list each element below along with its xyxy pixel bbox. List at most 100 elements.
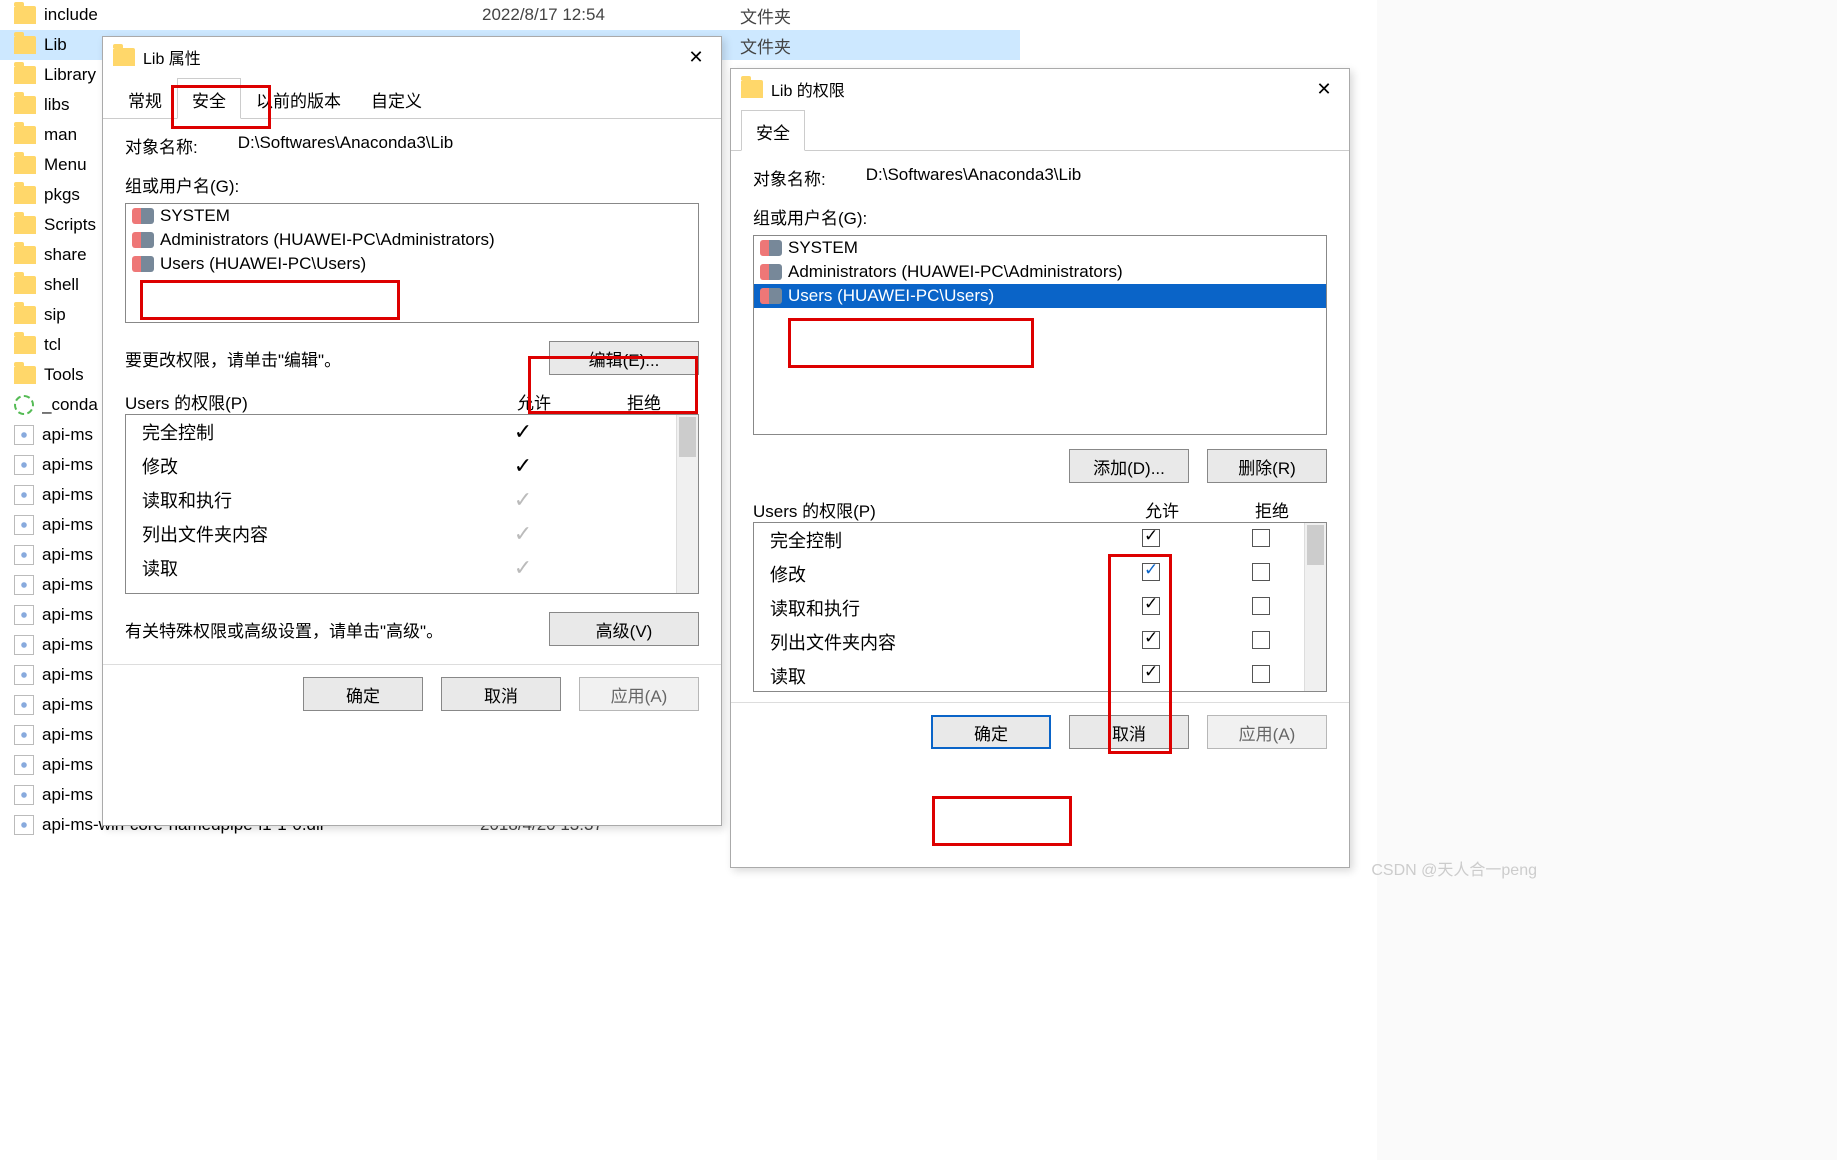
allow-checkbox[interactable]: [1142, 665, 1160, 683]
group-item[interactable]: SYSTEM: [126, 204, 698, 228]
perm-allow: ✓: [468, 555, 578, 581]
group-icon: [760, 240, 782, 256]
dialog-body: 对象名称: D:\Softwares\Anaconda3\Lib 组或用户名(G…: [731, 151, 1349, 702]
tab-security[interactable]: 安全: [741, 110, 805, 151]
perm-row: 读取和执行✓: [126, 483, 698, 517]
deny-checkbox[interactable]: [1252, 665, 1270, 683]
perm-row: 完全控制: [754, 523, 1326, 557]
add-button[interactable]: 添加(D)...: [1069, 449, 1189, 483]
perm-label: Users 的权限(P): [125, 389, 479, 414]
ok-button[interactable]: 确定: [303, 677, 423, 711]
perm-name: 修改: [142, 453, 468, 479]
deny-checkbox[interactable]: [1252, 563, 1270, 581]
group-name: Users (HUAWEI-PC\Users): [160, 254, 366, 274]
file-name: include: [44, 5, 474, 25]
file-icon: [14, 635, 34, 655]
perm-row: 读取: [754, 659, 1326, 692]
perm-deny-header: 拒绝: [1217, 497, 1327, 522]
apply-button[interactable]: 应用(A): [579, 677, 699, 711]
group-icon: [132, 256, 154, 272]
scrollbar[interactable]: [676, 415, 698, 593]
perm-name: 读取: [142, 555, 468, 581]
folder-icon: [14, 126, 36, 144]
tabs: 安全: [731, 109, 1349, 151]
allow-checkbox[interactable]: [1142, 631, 1160, 649]
groups-list[interactable]: SYSTEMAdministrators (HUAWEI-PC\Administ…: [125, 203, 699, 323]
ok-button[interactable]: 确定: [931, 715, 1051, 749]
file-icon: [14, 485, 34, 505]
group-name: Users (HUAWEI-PC\Users): [788, 286, 994, 306]
perm-deny-cell: [1206, 665, 1316, 688]
file-icon: [14, 815, 34, 835]
properties-dialog: Lib 属性 ✕ 常规安全以前的版本自定义 对象名称: D:\Softwares…: [102, 36, 722, 826]
perm-name: 完全控制: [142, 419, 468, 445]
group-icon: [760, 264, 782, 280]
perm-deny-cell: [1206, 631, 1316, 654]
perm-row: 修改: [754, 557, 1326, 591]
deny-checkbox[interactable]: [1252, 597, 1270, 615]
file-icon: [14, 605, 34, 625]
folder-icon: [14, 366, 36, 384]
tab-0[interactable]: 常规: [113, 78, 177, 119]
file-type: 文件夹: [740, 33, 960, 58]
object-name-value: D:\Softwares\Anaconda3\Lib: [238, 133, 453, 158]
edit-hint: 要更改权限，请单击"编辑"。: [125, 346, 549, 371]
dialog-title: Lib 属性: [143, 45, 201, 69]
allow-checkbox[interactable]: [1142, 563, 1160, 581]
folder-icon: [14, 216, 36, 234]
deny-checkbox[interactable]: [1252, 631, 1270, 649]
tab-1[interactable]: 安全: [177, 78, 241, 119]
group-item[interactable]: SYSTEM: [754, 236, 1326, 260]
dialog-buttons: 确定 取消 应用(A): [103, 664, 721, 723]
groups-list[interactable]: SYSTEM Administrators (HUAWEI-PC\Administ…: [753, 235, 1327, 435]
folder-icon: [14, 156, 36, 174]
file-icon: [14, 455, 34, 475]
dialog-titlebar: Lib 的权限 ✕: [731, 69, 1349, 109]
watermark: CSDN @天人合一peng: [1371, 856, 1537, 880]
file-icon: [14, 425, 34, 445]
perm-deny-cell: [1206, 597, 1316, 620]
folder-icon: [14, 336, 36, 354]
group-item[interactable]: Administrators (HUAWEI-PC\Administrators…: [754, 260, 1326, 284]
deny-checkbox[interactable]: [1252, 529, 1270, 547]
folder-icon: [741, 80, 763, 98]
group-name: SYSTEM: [788, 238, 858, 258]
remove-button[interactable]: 删除(R): [1207, 449, 1327, 483]
allow-checkbox[interactable]: [1142, 597, 1160, 615]
perm-allow-cell: [1096, 563, 1206, 586]
perm-allow-header: 允许: [1107, 497, 1217, 522]
close-icon[interactable]: ✕: [1299, 69, 1349, 109]
perm-name: 读取: [770, 663, 1096, 689]
perm-deny-header: 拒绝: [589, 389, 699, 414]
scrollbar[interactable]: [1304, 523, 1326, 691]
tab-3[interactable]: 自定义: [356, 78, 437, 119]
object-name-value: D:\Softwares\Anaconda3\Lib: [866, 165, 1081, 190]
cancel-button[interactable]: 取消: [1069, 715, 1189, 749]
allow-checkbox[interactable]: [1142, 529, 1160, 547]
perm-row: 完全控制✓: [126, 415, 698, 449]
group-icon: [132, 232, 154, 248]
advanced-hint: 有关特殊权限或高级设置，请单击"高级"。: [125, 617, 549, 642]
cancel-button[interactable]: 取消: [441, 677, 561, 711]
permissions-list: 完全控制✓修改✓读取和执行✓列出文件夹内容✓读取✓: [125, 414, 699, 594]
group-item[interactable]: Users (HUAWEI-PC\Users): [126, 252, 698, 276]
apply-button[interactable]: 应用(A): [1207, 715, 1327, 749]
perm-allow-cell: [1096, 631, 1206, 654]
file-icon: [14, 515, 34, 535]
permissions-dialog: Lib 的权限 ✕ 安全 对象名称: D:\Softwares\Anaconda…: [730, 68, 1350, 868]
advanced-button[interactable]: 高级(V): [549, 612, 699, 646]
close-icon[interactable]: ✕: [671, 37, 721, 77]
group-item[interactable]: Users (HUAWEI-PC\Users): [754, 284, 1326, 308]
tabs: 常规安全以前的版本自定义: [103, 77, 721, 119]
tab-2[interactable]: 以前的版本: [241, 78, 356, 119]
folder-icon: [14, 246, 36, 264]
folder-icon: [14, 306, 36, 324]
perm-allow: ✓: [468, 453, 578, 479]
right-pane: [1377, 0, 1837, 1160]
perm-name: 修改: [770, 561, 1096, 587]
object-name-label: 对象名称:: [125, 133, 198, 158]
group-name: Administrators (HUAWEI-PC\Administrators…: [788, 262, 1123, 282]
edit-button[interactable]: 编辑(E)...: [549, 341, 699, 375]
file-row[interactable]: include2022/8/17 12:54文件夹: [0, 0, 1020, 30]
group-item[interactable]: Administrators (HUAWEI-PC\Administrators…: [126, 228, 698, 252]
